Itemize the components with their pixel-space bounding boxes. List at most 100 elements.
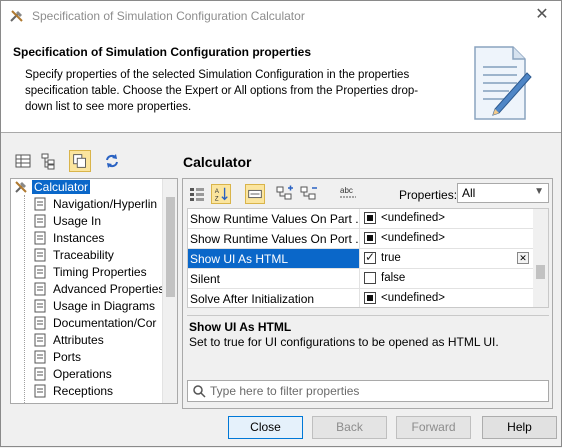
tree-item[interactable]: Receptions <box>11 383 161 400</box>
tree-item[interactable]: Timing Properties <box>11 264 161 281</box>
property-value: false <box>381 272 406 284</box>
tree-item[interactable]: Traceability <box>11 247 161 264</box>
checked-checkbox[interactable] <box>364 250 376 264</box>
document-icon <box>34 333 46 347</box>
categorized-icon[interactable] <box>187 184 207 204</box>
properties-dropdown-value: All <box>462 186 476 200</box>
document-pencil-icon <box>474 46 532 120</box>
sort-az-icon[interactable]: A Z <box>211 184 231 204</box>
tree-item[interactable]: Instances <box>11 230 161 247</box>
specification-tree: Calculator Navigation/Hyperlin Usage In … <box>10 178 178 404</box>
property-value-cell[interactable]: <undefined> <box>363 229 533 248</box>
undefined-checkbox[interactable] <box>364 232 376 244</box>
property-value-cell[interactable]: false <box>363 269 533 288</box>
grid-scrollbar[interactable] <box>533 209 548 307</box>
svg-text:A: A <box>215 188 220 195</box>
chevron-down-icon: ▼ <box>534 186 544 197</box>
tools-icon <box>10 10 23 22</box>
property-name: Show UI As HTML <box>188 249 360 268</box>
close-window-button[interactable]: ✕ <box>533 6 551 24</box>
tree-item-label: Documentation/Cor <box>53 316 157 330</box>
tree-item-label: Operations <box>53 367 112 381</box>
properties-grid: Show Runtime Values On Part ... <undefin… <box>187 208 549 308</box>
undefined-checkbox[interactable] <box>364 292 376 304</box>
tree-item[interactable]: Ports <box>11 349 161 366</box>
document-icon <box>34 316 46 330</box>
undefined-checkbox[interactable] <box>364 212 376 224</box>
tree-item-label: Instances <box>53 231 105 245</box>
document-icon <box>34 197 46 211</box>
close-button[interactable]: Close <box>228 416 303 439</box>
property-value: <undefined> <box>381 212 445 224</box>
tree-item-label: Navigation/Hyperlin <box>53 197 158 211</box>
document-icon <box>34 299 46 313</box>
property-description: Show UI As HTML Set to true for UI confi… <box>187 315 549 375</box>
reset-value-button[interactable]: ✕ <box>517 252 529 264</box>
tree-item-label: Advanced Properties <box>53 282 165 296</box>
header-description: Specify properties of the selected Simul… <box>25 69 419 113</box>
tree-item[interactable]: Operations <box>11 366 161 383</box>
filter-field[interactable] <box>187 380 549 402</box>
property-row-selected[interactable]: Show UI As HTML true ✕ <box>188 249 534 269</box>
properties-dropdown[interactable]: All ▼ <box>457 183 549 203</box>
tree-item[interactable]: Attributes <box>11 332 161 349</box>
properties-panel: A Z abc Properties: All ▼ Show Runtime V… <box>182 178 553 409</box>
document-icon <box>34 282 46 296</box>
title-bar: Specification of Simulation Configuratio… <box>1 1 561 31</box>
document-icon <box>34 248 46 262</box>
tree-item-label: Traceability <box>53 248 114 262</box>
window-title: Specification of Simulation Configuratio… <box>32 9 305 23</box>
property-name: Silent <box>188 269 360 288</box>
document-icon <box>34 214 46 228</box>
tree-item-calculator[interactable]: Calculator <box>11 179 161 196</box>
find-text-icon[interactable]: abc <box>338 184 358 204</box>
property-value: <undefined> <box>381 292 445 304</box>
tools-icon <box>15 181 27 193</box>
search-icon <box>193 385 206 398</box>
property-row[interactable]: Silent false <box>188 269 534 289</box>
dialog-header: Specification of Simulation Configuratio… <box>1 31 561 133</box>
main-area: Calculator Navigation/Hyperlin Usage In … <box>1 141 561 409</box>
copy-icon[interactable] <box>69 150 91 172</box>
filter-input[interactable] <box>210 383 540 399</box>
collapse-all-icon[interactable] <box>299 184 319 204</box>
tree-scrollbar[interactable] <box>162 179 177 403</box>
tree-item-label: Timing Properties <box>53 265 147 279</box>
tree-item-label: Ports <box>53 350 82 364</box>
tree-item[interactable]: Navigation/Hyperlin <box>11 196 161 213</box>
description-toggle-icon[interactable] <box>245 184 265 204</box>
property-row[interactable]: Show Runtime Values On Part ... <undefin… <box>188 209 534 229</box>
document-icon <box>34 367 46 381</box>
description-title: Show UI As HTML <box>189 320 292 334</box>
tree-item-label: Usage In <box>53 214 102 228</box>
property-value-cell[interactable]: <undefined> <box>363 289 533 307</box>
tree-item[interactable]: Usage In <box>11 213 161 230</box>
property-value-cell[interactable]: true ✕ <box>363 249 533 268</box>
property-value-cell[interactable]: <undefined> <box>363 209 533 228</box>
tree-scrollbar-thumb[interactable] <box>166 197 175 297</box>
refresh-icon[interactable] <box>101 150 123 172</box>
tree-item-label: Attributes <box>53 333 104 347</box>
panel-title: Calculator <box>183 154 252 170</box>
back-button[interactable]: Back <box>312 416 387 439</box>
header-title: Specification of Simulation Configuratio… <box>13 45 312 59</box>
tree-item[interactable]: Advanced Properties <box>11 281 165 298</box>
table-view-icon[interactable] <box>12 150 34 172</box>
unchecked-checkbox[interactable] <box>364 272 376 284</box>
property-value: <undefined> <box>381 232 445 244</box>
tree-item[interactable]: Usage in Diagrams <box>11 298 161 315</box>
document-icon <box>34 350 46 364</box>
properties-label: Properties: <box>399 188 458 202</box>
tree-view-icon[interactable] <box>38 150 60 172</box>
forward-button[interactable]: Forward <box>396 416 471 439</box>
property-row[interactable]: Solve After Initialization <undefined> <box>188 289 534 307</box>
svg-text:abc: abc <box>340 186 353 195</box>
document-icon <box>34 384 46 398</box>
property-value: true <box>381 252 401 264</box>
help-button[interactable]: Help <box>482 416 557 439</box>
property-row[interactable]: Show Runtime Values On Port ... <undefin… <box>188 229 534 249</box>
grid-scrollbar-thumb[interactable] <box>536 265 545 279</box>
expand-all-icon[interactable] <box>275 184 295 204</box>
tree-item[interactable]: Documentation/Cor <box>11 315 161 332</box>
specification-dialog: Specification of Simulation Configuratio… <box>0 0 562 447</box>
